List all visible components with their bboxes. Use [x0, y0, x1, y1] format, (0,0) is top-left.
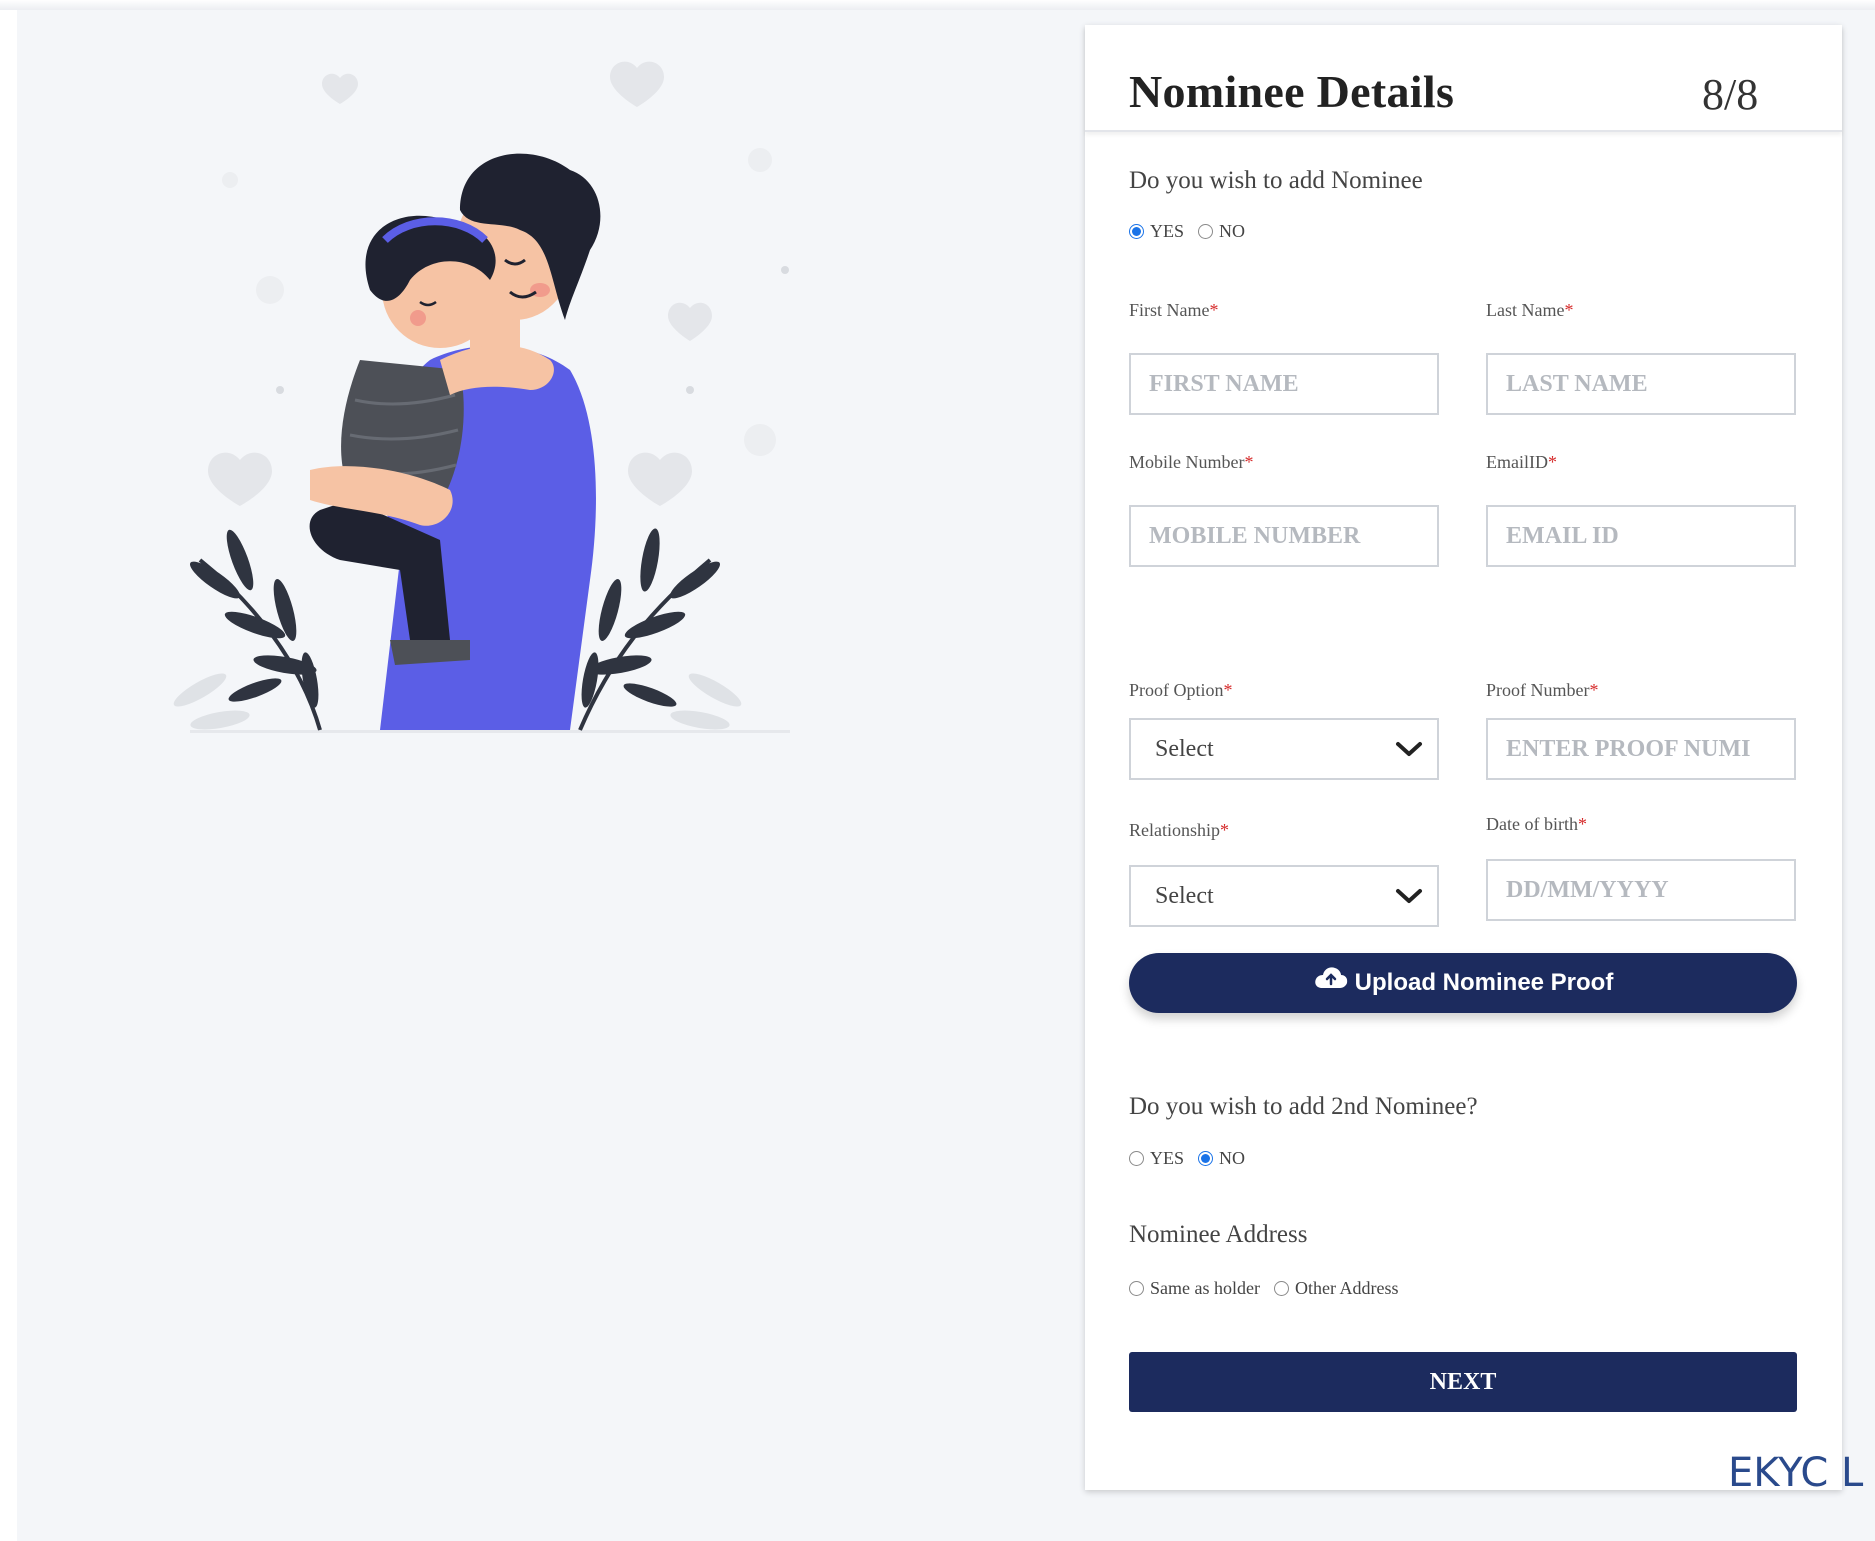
proof-option-select[interactable]: Select — [1129, 718, 1439, 780]
last-name-label: Last Name* — [1486, 300, 1574, 320]
other-address-radio[interactable] — [1273, 1281, 1289, 1296]
nominee-no-radio[interactable] — [1198, 224, 1214, 239]
proof-option-value: Select — [1155, 735, 1214, 762]
nominee-address-radio-group: Same as holder Other Address — [1129, 1278, 1398, 1299]
second-nominee-no-radio[interactable] — [1198, 1151, 1214, 1166]
chevron-down-icon — [1396, 742, 1422, 756]
nominee-yes-label: YES — [1150, 221, 1185, 241]
ekyc-watermark: EKYC L — [1728, 1450, 1864, 1496]
first-name-label: First Name* — [1129, 300, 1219, 320]
same-as-holder-label: Same as holder — [1150, 1278, 1260, 1298]
mobile-number-input[interactable] — [1129, 505, 1439, 567]
mobile-number-label: Mobile Number* — [1129, 452, 1254, 472]
proof-option-label: Proof Option* — [1129, 680, 1233, 700]
other-address-label: Other Address — [1294, 1278, 1399, 1298]
relationship-label: Relationship* — [1129, 820, 1229, 840]
relationship-value: Select — [1155, 882, 1214, 909]
top-divider — [0, 0, 1875, 10]
nominee-address-question: Nominee Address — [1129, 1221, 1308, 1248]
card-title: Nominee Details — [1129, 66, 1455, 117]
add-nominee-question: Do you wish to add Nominee — [1129, 167, 1423, 194]
relationship-select[interactable]: Select — [1129, 865, 1439, 927]
proof-number-input[interactable] — [1486, 718, 1796, 780]
cloud-upload-icon — [1314, 967, 1347, 988]
next-button[interactable]: NEXT — [1129, 1352, 1797, 1412]
second-nominee-yes-label: YES — [1150, 1148, 1185, 1168]
second-nominee-radio-group: YES NO — [1129, 1148, 1245, 1169]
upload-nominee-proof-button[interactable]: Upload Nominee Proof — [1129, 953, 1797, 1013]
add-nominee-radio-group: YES NO — [1129, 221, 1245, 242]
email-id-input[interactable] — [1486, 505, 1796, 567]
last-name-input[interactable] — [1486, 353, 1796, 415]
card-header: Nominee Details 8/8 — [1085, 25, 1842, 132]
upload-nominee-proof-label: Upload Nominee Proof — [1354, 969, 1614, 996]
first-name-input[interactable] — [1129, 353, 1439, 415]
nominee-yes-radio[interactable] — [1129, 224, 1144, 239]
second-nominee-no-label: NO — [1219, 1148, 1246, 1168]
email-id-label: EmailID* — [1486, 452, 1557, 472]
chevron-down-icon — [1396, 889, 1422, 903]
parent-child-illustration — [173, 61, 790, 733]
add-second-nominee-question: Do you wish to add 2nd Nominee? — [1129, 1093, 1478, 1120]
nominee-no-label: NO — [1219, 221, 1246, 241]
date-of-birth-label: Date of birth* — [1486, 814, 1587, 834]
date-of-birth-input[interactable] — [1486, 859, 1796, 921]
second-nominee-yes-radio[interactable] — [1129, 1151, 1144, 1166]
same-as-holder-radio[interactable] — [1129, 1281, 1144, 1296]
step-indicator: 8/8 — [1702, 70, 1759, 119]
proof-number-label: Proof Number* — [1486, 680, 1599, 700]
nominee-details-card: Nominee Details 8/8 Do you wish to add N… — [1085, 25, 1842, 1490]
